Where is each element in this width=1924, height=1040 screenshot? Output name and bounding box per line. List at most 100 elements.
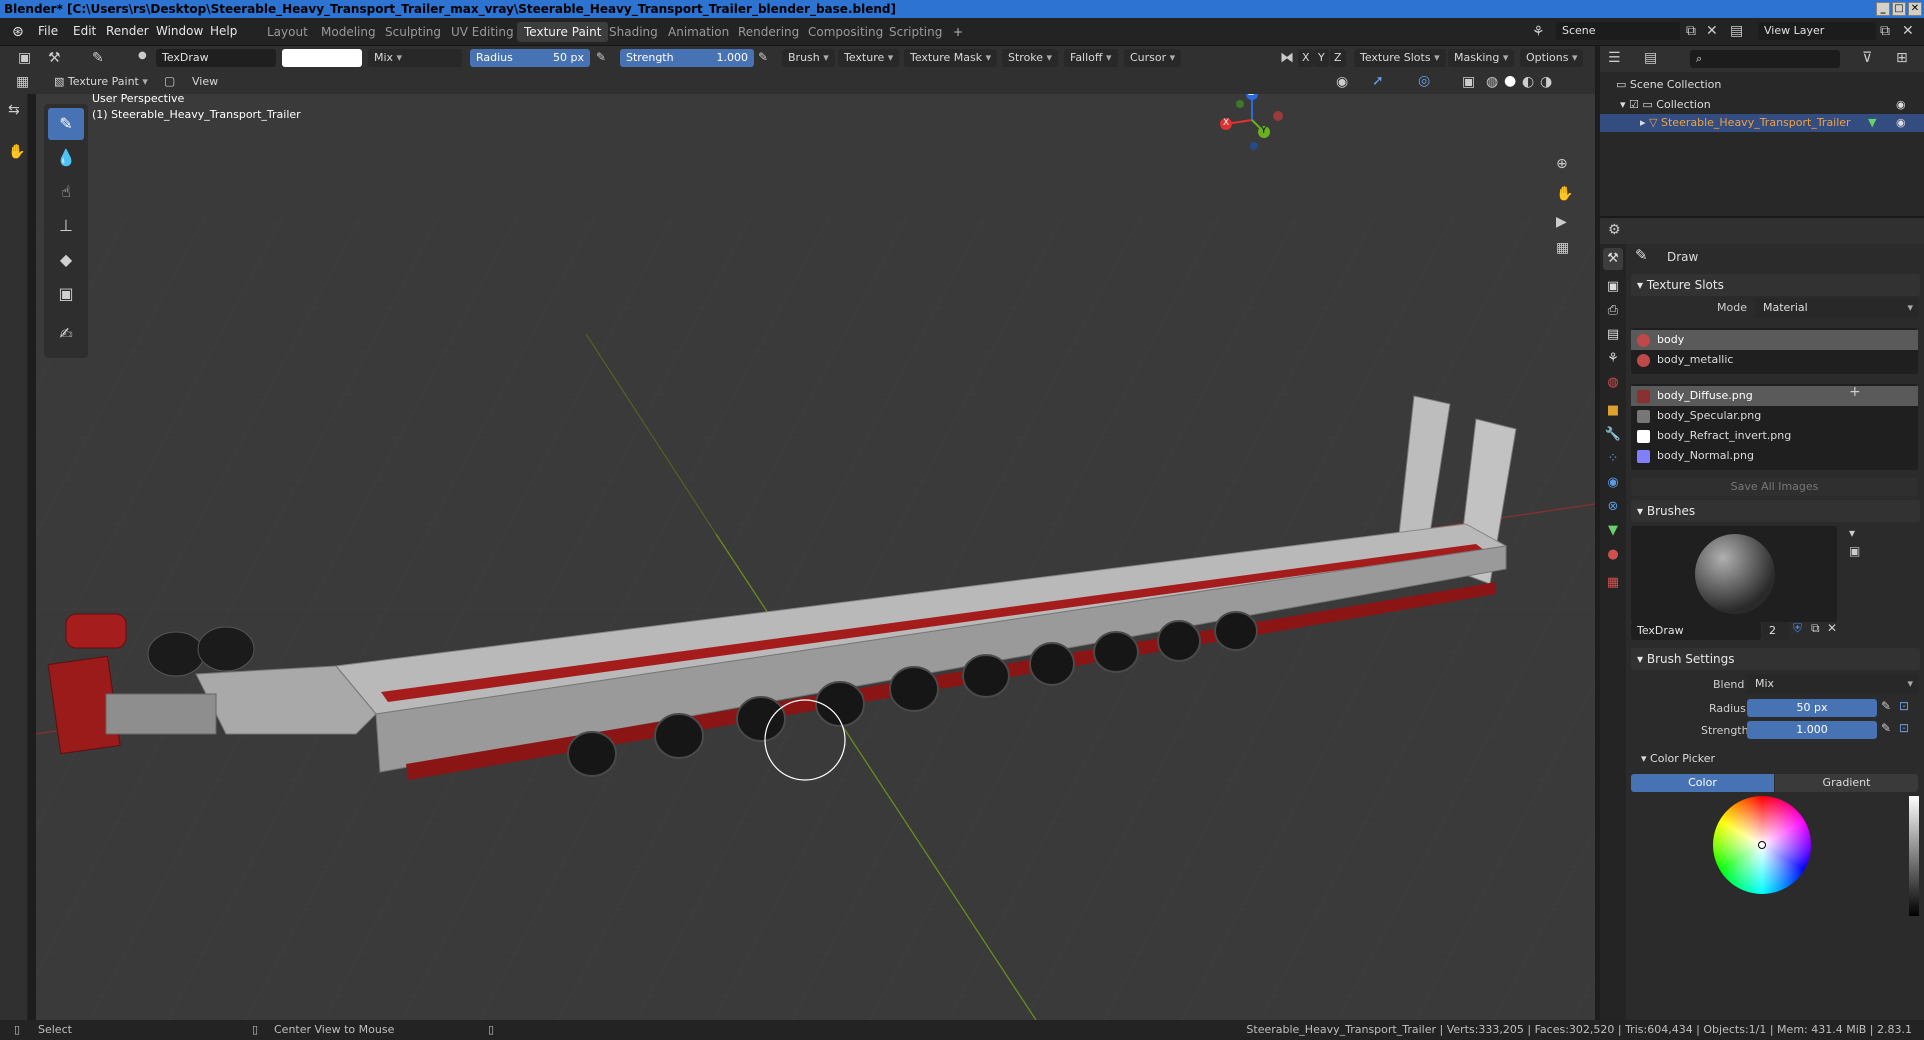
material-item-body-metallic[interactable]: body_metallic (1631, 350, 1918, 370)
draw-tool-icon[interactable]: ✎ (48, 108, 84, 140)
texture-menu[interactable]: Texture (838, 49, 900, 67)
output-tab-icon[interactable]: ⎙ (1603, 300, 1623, 322)
tab-animation[interactable]: Animation (661, 22, 736, 42)
solid-shading-icon[interactable]: ● (1504, 73, 1516, 89)
strength-pressure-icon[interactable]: ✎ (1881, 721, 1891, 735)
brushes-panel-header[interactable]: ▾ Brushes (1631, 500, 1920, 522)
object-tab-icon[interactable]: ■ (1603, 400, 1623, 422)
scene-field[interactable]: Scene (1556, 22, 1680, 40)
xray-icon[interactable]: ▣ (1462, 74, 1475, 90)
mode-dropdown[interactable]: Material (1755, 298, 1918, 318)
color-wheel[interactable] (1713, 796, 1811, 894)
collection-expand-icon[interactable]: ▾ (1620, 98, 1629, 111)
material-shading-icon[interactable]: ◐ (1522, 74, 1534, 90)
symmetry-icon[interactable]: ⧓ (1280, 50, 1294, 66)
masking-menu[interactable]: Masking (1448, 49, 1515, 67)
navigate-icon[interactable]: ⇆ (8, 102, 20, 118)
3d-viewport[interactable]: User Perspective (1) Steerable_Heavy_Tra… (36, 94, 1595, 1020)
zoom-icon[interactable]: ⊕ (1556, 156, 1568, 172)
view-layer-icon[interactable]: ▤ (1730, 23, 1743, 39)
mode-dropdown[interactable]: ▧ Texture Paint (48, 73, 154, 91)
gradient-tab[interactable]: Gradient (1775, 774, 1918, 792)
collection-row[interactable]: ▾ ☑ ▭ Collection ◉ (1620, 96, 1920, 114)
scene-collection-row[interactable]: ▭ Scene Collection (1616, 76, 1916, 94)
texture-mask-menu[interactable]: Texture Mask (904, 49, 998, 67)
editor-type-icon-2[interactable]: ▦ (16, 74, 29, 90)
strength-slider[interactable]: Strength 1.000 (620, 49, 754, 67)
new-collection-icon[interactable]: ⊞ (1896, 50, 1908, 66)
symmetry-z-toggle[interactable]: Z (1330, 49, 1346, 67)
options-menu[interactable]: Options (1520, 49, 1584, 67)
minimize-button[interactable]: _ (1876, 2, 1890, 16)
color-tab[interactable]: Color (1631, 774, 1774, 792)
save-all-images-button[interactable]: Save All Images (1631, 478, 1918, 496)
menu-render[interactable]: Render (106, 24, 149, 38)
render-tab-icon[interactable]: ▣ (1603, 276, 1623, 298)
radius-pressure-icon[interactable]: ✎ (596, 50, 606, 64)
view-menu[interactable]: View (186, 73, 225, 91)
cursor-menu[interactable]: Cursor (1124, 49, 1182, 67)
brush-image-icon[interactable]: ▣ (1849, 544, 1860, 558)
radius-pressure-icon[interactable]: ✎ (1881, 699, 1891, 713)
outliner-editor-icon[interactable]: ☰ (1608, 50, 1621, 66)
camera-icon[interactable]: ▶ (1556, 214, 1567, 230)
radius-unit-icon[interactable]: ⊡ (1899, 699, 1909, 713)
soften-tool-icon[interactable]: 💧 (48, 142, 84, 174)
delete-view-layer-icon[interactable]: ✕ (1902, 23, 1914, 39)
editor-type-icon[interactable]: ▣ (18, 50, 31, 66)
collection-checkbox[interactable]: ☑ (1629, 98, 1642, 111)
clone-tool-icon[interactable]: ⊥ (48, 210, 84, 242)
overlay-toggle-icon[interactable]: ◎ (1418, 73, 1430, 89)
constraints-tab-icon[interactable]: ⊗ (1603, 496, 1623, 518)
tab-shading[interactable]: Shading (602, 22, 665, 42)
object-visibility-eye-icon[interactable]: ◉ (1896, 114, 1906, 132)
blend-mode-dropdown[interactable]: Mix (368, 49, 462, 67)
texture-slots-menu[interactable]: Texture Slots (1354, 49, 1446, 67)
strength-unit-icon[interactable]: ⊡ (1899, 721, 1909, 735)
tab-uv-editing[interactable]: UV Editing (444, 22, 521, 42)
material-tab-icon[interactable]: ● (1603, 544, 1623, 566)
brush-name-field[interactable]: TexDraw (156, 49, 276, 67)
brush-settings-panel-header[interactable]: ▾ Brush Settings (1631, 648, 1920, 670)
particles-tab-icon[interactable]: ⁘ (1603, 448, 1623, 470)
view-layer-tab-icon[interactable]: ▤ (1603, 324, 1623, 346)
new-scene-icon[interactable]: ⧉ (1686, 23, 1696, 39)
unlink-brush-icon[interactable]: ✕ (1827, 621, 1837, 635)
brush-menu[interactable]: Brush (782, 49, 835, 67)
display-mode-icon[interactable]: ▤ (1644, 50, 1657, 66)
tab-scripting[interactable]: Scripting (882, 22, 949, 42)
object-row[interactable]: ▸ ▽ Steerable_Heavy_Transport_Trailer ▼ … (1600, 114, 1924, 132)
symmetry-y-toggle[interactable]: Y (1314, 49, 1329, 67)
gizmo-toggle-icon[interactable]: ➚ (1372, 73, 1384, 89)
color-wheel-cursor[interactable] (1758, 841, 1766, 849)
pan-icon[interactable]: ✋ (1556, 186, 1573, 202)
scene-tab-icon[interactable]: ⚘ (1603, 348, 1623, 370)
navigation-gizmo[interactable]: Z Y X (1212, 94, 1292, 158)
outliner-search-input[interactable]: ⌕ (1690, 50, 1840, 68)
blender-logo-icon[interactable]: ⊛ (12, 24, 24, 40)
tool-settings-icon[interactable]: ⚒ (48, 50, 61, 66)
fill-tool-icon[interactable]: ◆ (48, 244, 84, 276)
new-view-layer-icon[interactable]: ⧉ (1880, 23, 1890, 39)
brush-data-icon[interactable]: ● (138, 50, 147, 61)
brush-users-count[interactable]: 2 (1763, 622, 1789, 640)
strength-pressure-icon[interactable]: ✎ (758, 50, 768, 64)
falloff-menu[interactable]: Falloff (1064, 49, 1118, 67)
tab-texture-paint[interactable]: Texture Paint (517, 22, 609, 42)
collection-visibility-eye-icon[interactable]: ◉ (1896, 96, 1906, 114)
tool-tab-icon[interactable]: ⚒ (1603, 248, 1623, 270)
duplicate-brush-icon[interactable]: ⧉ (1811, 621, 1820, 636)
annotate-tool-icon[interactable]: ✍ (48, 318, 84, 350)
delete-scene-icon[interactable]: ✕ (1706, 23, 1718, 39)
tab-compositing[interactable]: Compositing (801, 22, 890, 42)
stroke-menu[interactable]: Stroke (1002, 49, 1059, 67)
brush-preview[interactable] (1631, 526, 1837, 622)
data-tab-icon[interactable]: ▼ (1603, 520, 1623, 542)
material-item-body[interactable]: body (1631, 330, 1918, 350)
texture-slots-panel-header[interactable]: ▾ Texture Slots (1631, 274, 1920, 296)
tab-rendering[interactable]: Rendering (731, 22, 806, 42)
brush-icon[interactable]: ✎ (92, 50, 104, 66)
symmetry-x-toggle[interactable]: X (1298, 49, 1314, 67)
menu-file[interactable]: File (38, 24, 58, 38)
brush-preview-dropdown-icon[interactable]: ▾ (1849, 526, 1855, 540)
